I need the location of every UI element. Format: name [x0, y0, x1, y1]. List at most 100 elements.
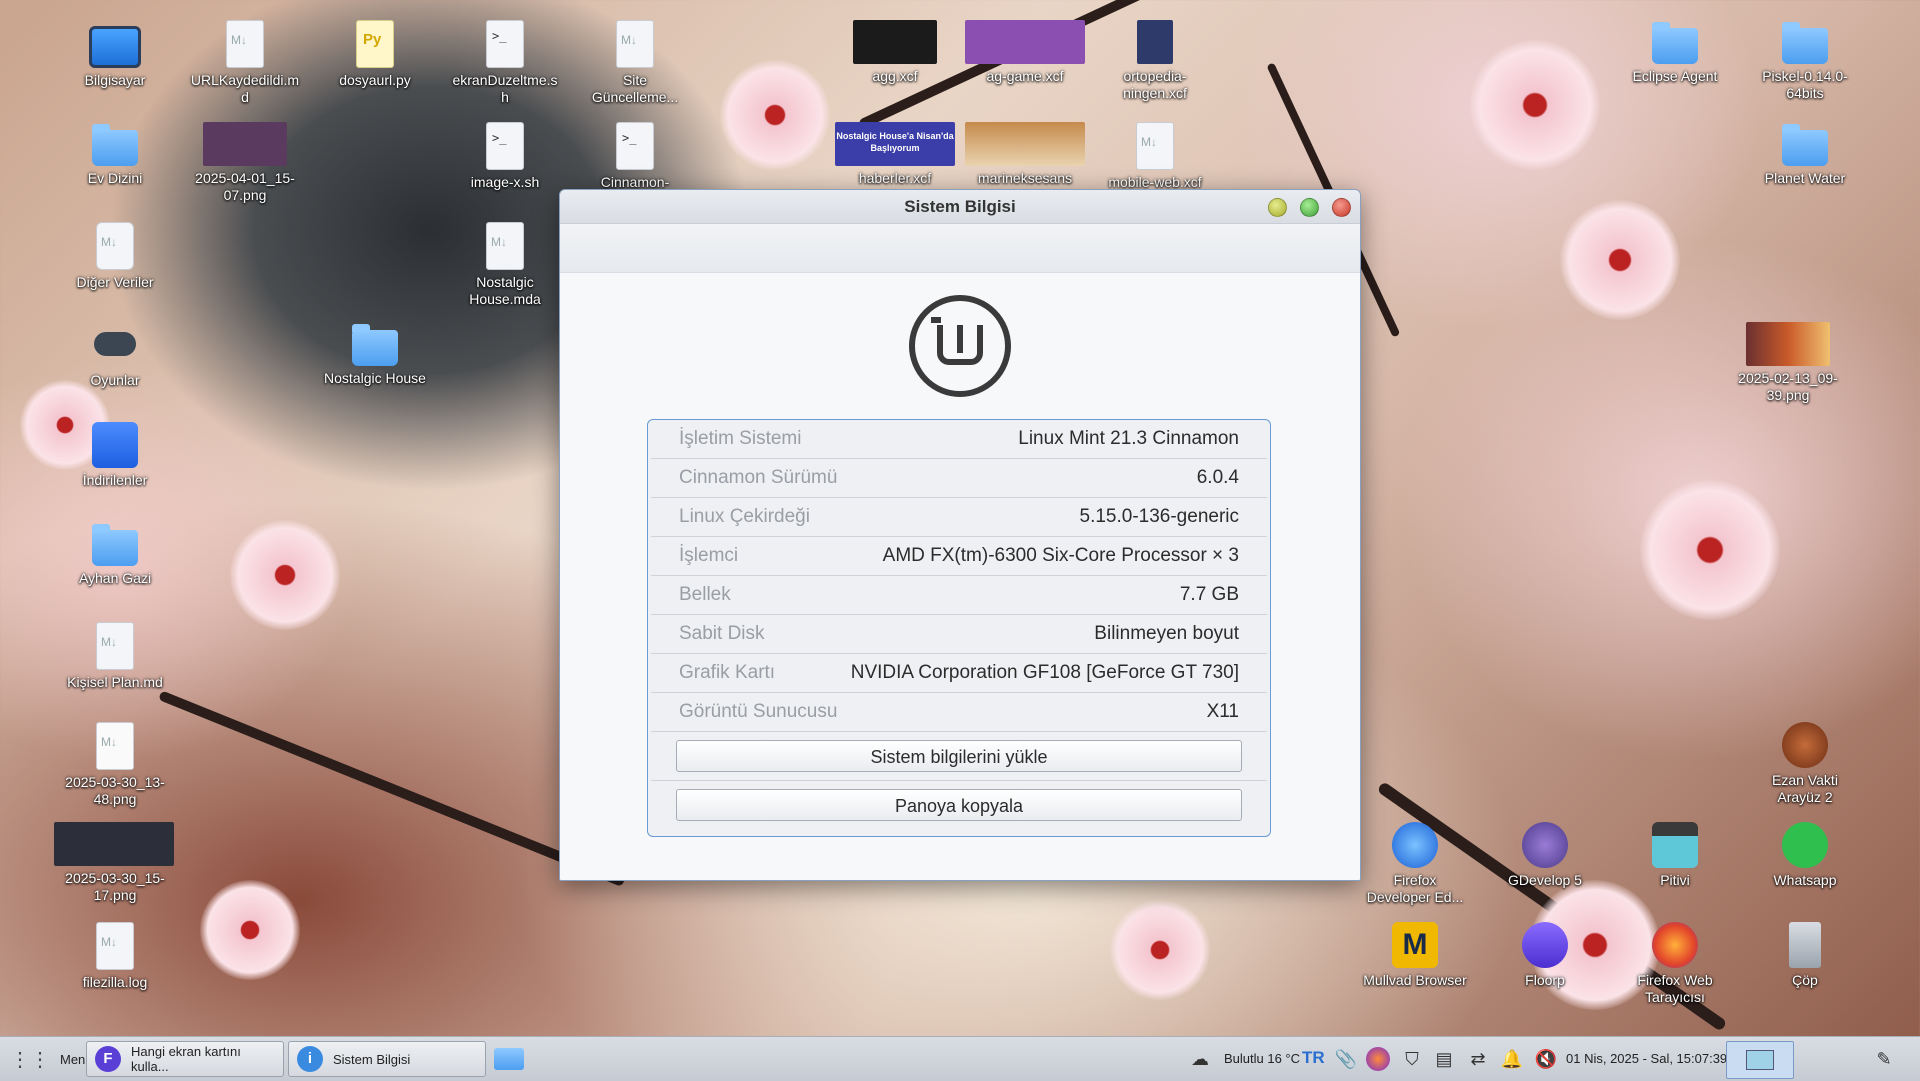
info-key: İşlemci [679, 545, 739, 566]
info-key: Sabit Disk [679, 623, 765, 644]
desktop-icon-gdevelop[interactable]: GDevelop 5 [1490, 822, 1600, 889]
desktop-icon-floorp[interactable]: Floorp [1490, 922, 1600, 989]
weather-cloud-icon[interactable]: ☁ [1188, 1047, 1212, 1071]
folder-icon [352, 324, 398, 366]
script-file-icon [486, 122, 524, 170]
shield-icon[interactable]: ⛉ [1400, 1047, 1424, 1071]
desktop-icon-agg[interactable]: agg.xcf [840, 20, 950, 85]
desktop-icon-nostalgic-house-mda[interactable]: Nostalgic House.mda [450, 222, 560, 308]
desktop-icon-urlkaydedildi[interactable]: URLKaydedildi.md [190, 20, 300, 106]
info-value: Linux Mint 21.3 Cinnamon [1018, 428, 1239, 449]
desktop-icon-dosyaurl[interactable]: dosyaurl.py [320, 20, 430, 89]
copy-row: Panoya kopyala [651, 781, 1267, 829]
weather-text[interactable]: Bulutlu 16 °C [1224, 1051, 1300, 1066]
markdown-file-icon [616, 20, 654, 68]
window-titlebar[interactable]: Sistem Bilgisi [560, 190, 1360, 224]
app-icon [1782, 722, 1828, 768]
desktop-icon-screenshot[interactable]: 2025-04-01_15-07.png [190, 122, 300, 204]
task-browser[interactable]: F Hangi ekran kartını kulla... [86, 1041, 284, 1077]
linux-mint-logo-icon [909, 295, 1011, 397]
desktop-icon-nostalgic-house[interactable]: Nostalgic House [320, 322, 430, 387]
desktop-icon-mobile-web[interactable]: mobile-web.xcf [1100, 122, 1210, 191]
drive-icon [96, 222, 134, 270]
computer-icon [89, 26, 141, 68]
desktop-icon-diger-veriler[interactable]: Diğer Veriler [60, 222, 170, 291]
clock[interactable]: 01 Nis, 2025 - Sal, 15:07:39 [1566, 1051, 1727, 1066]
desktop-icon-indirilenler[interactable]: İndirilenler [60, 422, 170, 489]
task-system-info[interactable]: i Sistem Bilgisi [288, 1041, 486, 1077]
info-row-disk: Sabit Disk Bilinmeyen boyut [651, 615, 1267, 654]
system-info-window: Sistem Bilgisi İşletim Sistemi Linux Mint… [559, 189, 1361, 881]
info-row-display-server: Görüntü Sunucusu X11 [651, 693, 1267, 732]
clipboard-icon[interactable]: 📎 [1334, 1047, 1358, 1071]
desktop-icon-ayhan-gazi[interactable]: Ayhan Gazi [60, 522, 170, 587]
desktop-icon-bilgisayar[interactable]: Bilgisayar [60, 20, 170, 89]
usb-drive-icon[interactable]: ▤ [1432, 1047, 1456, 1071]
desktop-icon-pitivi[interactable]: Pitivi [1620, 822, 1730, 889]
desktop-icon-ezan-vakti[interactable]: Ezan Vakti Arayüz 2 [1750, 722, 1860, 806]
python-file-icon [356, 20, 394, 68]
firefox-tray-icon[interactable] [1366, 1047, 1390, 1071]
image-file-icon [1746, 322, 1830, 366]
network-transfer-icon[interactable]: ⇄ [1466, 1047, 1490, 1071]
desktop-icon-oyunlar[interactable]: Oyunlar [60, 322, 170, 389]
desktop-icon-image-x[interactable]: image-x.sh [450, 122, 560, 191]
close-button[interactable] [1332, 198, 1351, 217]
task-label: Hangi ekran kartını kulla... [131, 1044, 241, 1074]
notification-bell-icon[interactable]: 🔔 [1500, 1047, 1524, 1071]
workspace-preview-icon [1746, 1050, 1774, 1070]
folder-icon [92, 524, 138, 566]
window-title: Sistem Bilgisi [904, 197, 1016, 216]
volume-muted-icon[interactable]: 🔇 [1534, 1047, 1558, 1071]
show-desktop-button[interactable] [494, 1041, 524, 1077]
maximize-button[interactable] [1300, 198, 1319, 217]
info-value: NVIDIA Corporation GF108 [GeForce GT 730… [850, 662, 1239, 683]
pen-tool-icon[interactable]: ✎ [1872, 1047, 1896, 1071]
taskbar: ⋮⋮ Menu F Hangi ekran kartını kulla... i… [0, 1036, 1920, 1081]
firefox-dev-icon [1392, 822, 1438, 868]
desktop-icon-firefox[interactable]: Firefox Web Tarayıcısı [1620, 922, 1730, 1006]
image-file-icon [965, 122, 1085, 166]
image-file-icon [203, 122, 287, 166]
desktop-icon-piskel[interactable]: Piskel-0.14.0-64bits [1750, 20, 1860, 102]
menu-button[interactable]: ⋮⋮ Menu [10, 1041, 93, 1077]
keyboard-layout-indicator[interactable]: TR [1302, 1048, 1325, 1068]
desktop-icon-marineksesans[interactable]: marineksesans [965, 122, 1085, 187]
apps-grid-icon: ⋮⋮ [10, 1048, 50, 1071]
info-row-memory: Bellek 7.7 GB [651, 576, 1267, 615]
desktop-icon-mullvad[interactable]: M Mullvad Browser [1360, 922, 1470, 989]
desktop-icon-filezilla-log[interactable]: filezilla.log [60, 922, 170, 991]
desktop-icon-cinnamon[interactable]: Cinnamon- [580, 122, 690, 191]
workspace-switcher[interactable] [1726, 1041, 1794, 1079]
desktop-icon-planet-water[interactable]: Planet Water [1750, 122, 1860, 187]
desktop-icon-trash[interactable]: Çöp [1750, 922, 1860, 989]
desktop-icon-ev-dizini[interactable]: Ev Dizini [60, 122, 170, 187]
script-file-icon [616, 122, 654, 170]
desktop-icon-ag-game[interactable]: ag-game.xcf [965, 20, 1085, 85]
upload-system-info-button[interactable]: Sistem bilgilerini yükle [676, 740, 1242, 772]
pitivi-icon [1652, 822, 1698, 868]
desktop-icon-firefox-dev[interactable]: Firefox Developer Ed... [1360, 822, 1470, 906]
desktop-icon-site-guncelleme[interactable]: Site Güncelleme... [580, 20, 690, 106]
info-row-gpu: Grafik Kartı NVIDIA Corporation GF108 [Ge… [651, 654, 1267, 693]
minimize-button[interactable] [1268, 198, 1287, 217]
wallpaper-blossom [1560, 200, 1680, 320]
desktop-icon-kisisel-plan[interactable]: Kişisel Plan.md [60, 622, 170, 691]
info-value: Bilinmeyen boyut [1094, 623, 1239, 644]
wallpaper-blossom [230, 520, 340, 630]
image-file-icon [853, 20, 937, 64]
copy-to-clipboard-button[interactable]: Panoya kopyala [676, 789, 1242, 821]
desktop-icon-haberler[interactable]: Nostalgic House'a Nisan'da Başlıyorum hab… [835, 122, 955, 187]
desktop-icon-whatsapp[interactable]: Whatsapp [1750, 822, 1860, 889]
info-value: 7.7 GB [1179, 584, 1239, 605]
desktop-icon-ekranduzeltme[interactable]: ekranDuzeltme.sh [450, 20, 560, 106]
desktop-icon-ortopedia[interactable]: ortopedia-ningen.xcf [1100, 20, 1210, 102]
desktop-icon-screenshot[interactable]: 2025-02-13_09-39.png [1733, 322, 1843, 404]
info-value: X11 [1206, 701, 1239, 722]
folder-icon [1782, 124, 1828, 166]
desktop-icon-eclipse-agent[interactable]: Eclipse Agent [1620, 20, 1730, 85]
info-row-kernel: Linux Çekirdeği 5.15.0-136-generic [651, 498, 1267, 537]
desktop-icon-screenshot[interactable]: 2025-03-30_13-48.png [60, 722, 170, 808]
mullvad-icon: M [1392, 922, 1438, 968]
desktop-icon-screenshot[interactable]: 2025-03-30_15-17.png [54, 822, 174, 904]
